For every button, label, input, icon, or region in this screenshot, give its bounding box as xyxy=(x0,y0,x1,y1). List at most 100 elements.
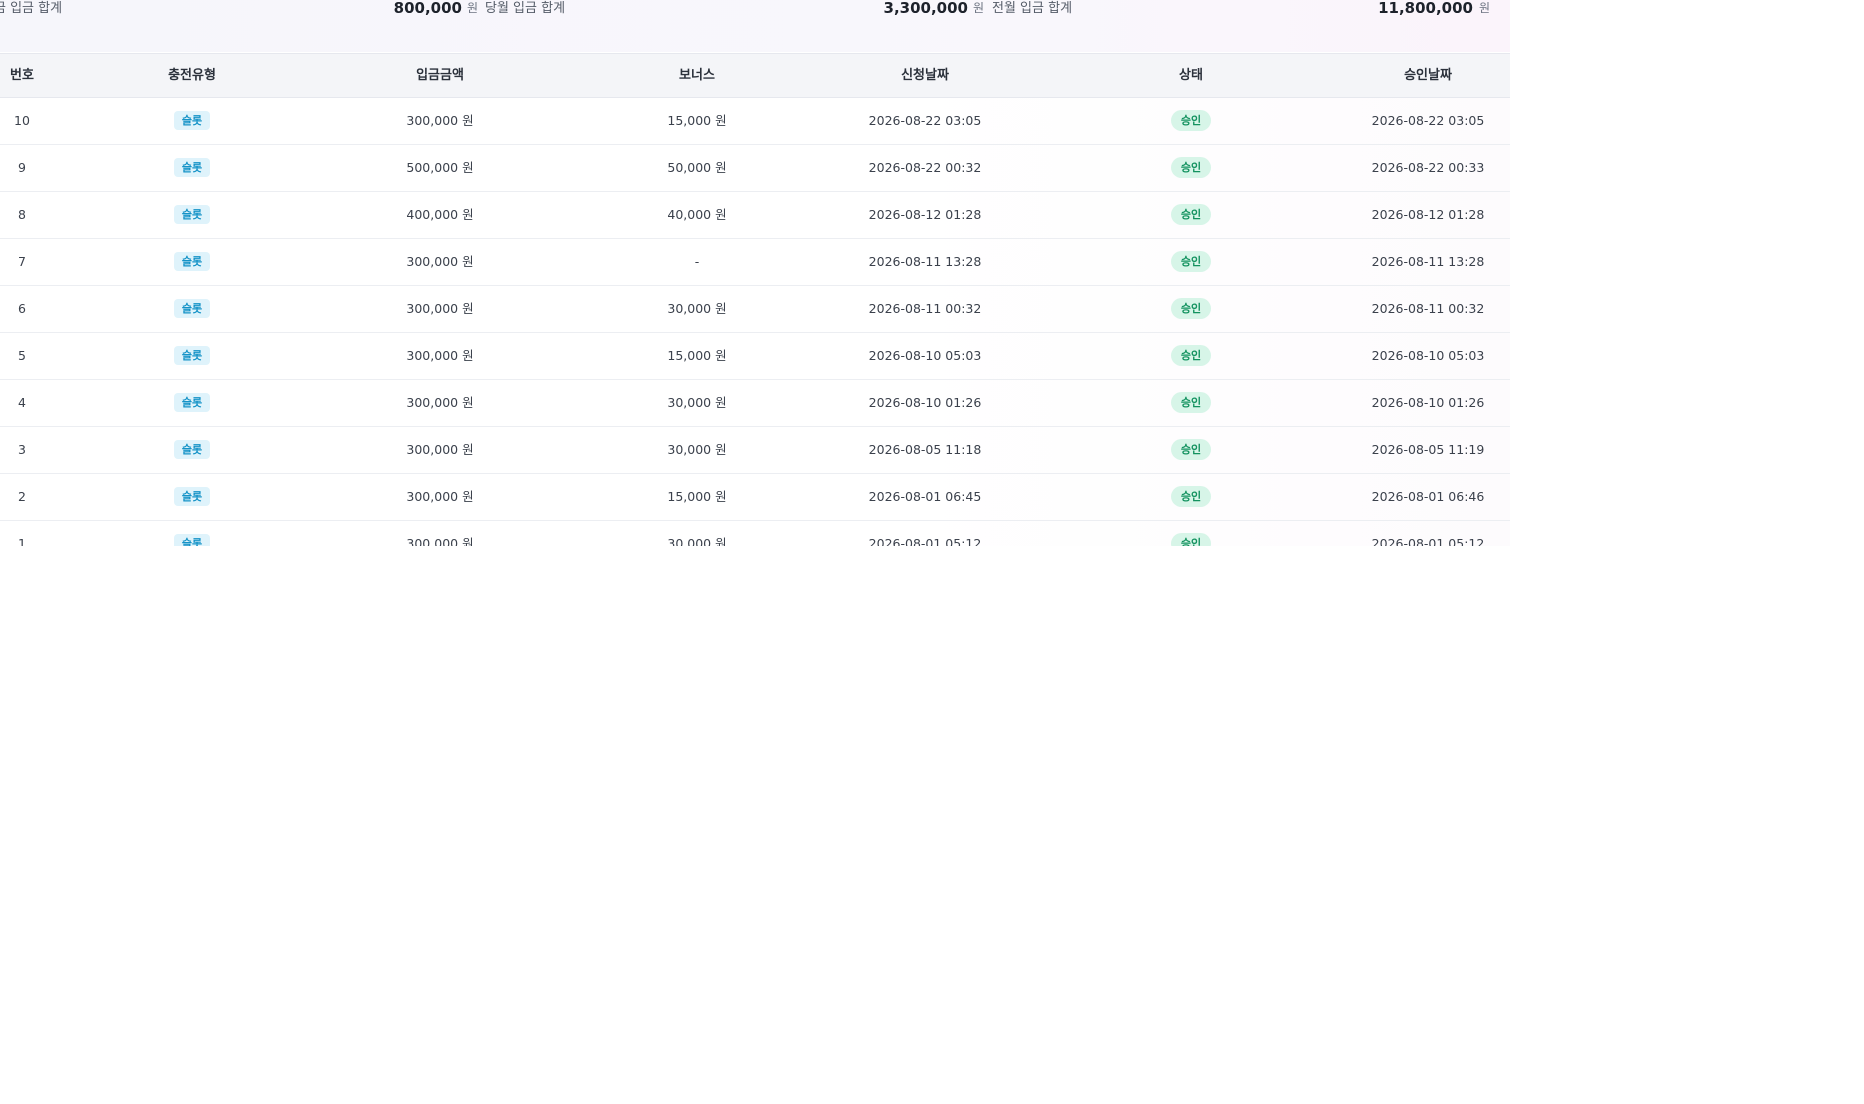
header-bonus: 보너스 xyxy=(679,68,715,83)
summary-unit-this-month: 원 xyxy=(973,1,985,15)
row-status: 승인 xyxy=(1129,286,1253,332)
row-request-date: 2026-08-22 03:05 xyxy=(868,113,982,128)
table-row: 9 슬롯 500,000 원 50,000 원 2026-08-22 00:32… xyxy=(0,145,1510,192)
row-number: 9 xyxy=(18,160,26,175)
status-badge: 승인 xyxy=(1170,204,1212,225)
row-deposit-amount: 300,000 원 xyxy=(406,489,474,504)
charge-type-badge: 슬롯 xyxy=(173,487,211,506)
row-status: 승인 xyxy=(1129,239,1253,285)
row-bonus: 50,000 원 xyxy=(667,160,727,175)
row-request-date: 2026-08-22 00:32 xyxy=(868,160,982,175)
row-approval-date: 2026-08-22 00:33 xyxy=(1371,160,1485,175)
row-deposit-amount: 300,000 원 xyxy=(406,442,474,457)
row-deposit-amount: 300,000 원 xyxy=(406,254,474,269)
row-deposit-amount: 500,000 원 xyxy=(406,160,474,175)
row-number: 7 xyxy=(18,254,26,269)
row-charge-type: 슬롯 xyxy=(122,192,262,238)
row-bonus: 30,000 원 xyxy=(667,395,727,410)
summary-label-this-month: 당월 입금 합계 xyxy=(485,1,566,16)
table-row: 10 슬롯 300,000 원 15,000 원 2026-08-22 03:0… xyxy=(0,98,1510,145)
summary-label-last-month: 전월 입금 합계 xyxy=(992,1,1073,16)
charge-type-badge: 슬롯 xyxy=(173,346,211,365)
table-row: 8 슬롯 400,000 원 40,000 원 2026-08-12 01:28… xyxy=(0,192,1510,239)
row-approval-date: 2026-08-01 05:12 xyxy=(1371,536,1485,546)
deposit-summary-bar: 금 입금 합계 800,000 원 당월 입금 합계 3,300,000 원 전… xyxy=(0,0,1510,52)
table-row: 6 슬롯 300,000 원 30,000 원 2026-08-11 00:32… xyxy=(0,286,1510,333)
row-approval-date: 2026-08-11 00:32 xyxy=(1371,301,1485,316)
row-charge-type: 슬롯 xyxy=(122,474,262,520)
header-request-date: 신청날짜 xyxy=(901,68,949,83)
row-status: 승인 xyxy=(1129,427,1253,473)
summary-value-this-month: 3,300,000 xyxy=(883,0,968,17)
row-request-date: 2026-08-11 13:28 xyxy=(868,254,982,269)
header-deposit-amount: 입금금액 xyxy=(416,68,464,83)
row-status: 승인 xyxy=(1129,474,1253,520)
row-charge-type: 슬롯 xyxy=(122,333,262,379)
row-status: 승인 xyxy=(1129,145,1253,191)
row-deposit-amount: 300,000 원 xyxy=(406,395,474,410)
status-badge: 승인 xyxy=(1170,439,1212,460)
row-request-date: 2026-08-01 06:45 xyxy=(868,489,982,504)
summary-unit-total: 원 xyxy=(467,1,479,15)
row-bonus: - xyxy=(694,254,700,269)
table-row: 1 슬롯 300,000 원 30,000 원 2026-08-01 05:12… xyxy=(0,521,1510,546)
row-request-date: 2026-08-11 00:32 xyxy=(868,301,982,316)
row-status: 승인 xyxy=(1129,333,1253,379)
charge-type-badge: 슬롯 xyxy=(173,158,211,177)
status-badge: 승인 xyxy=(1170,298,1212,319)
status-badge: 승인 xyxy=(1170,110,1212,131)
table-row: 4 슬롯 300,000 원 30,000 원 2026-08-10 01:26… xyxy=(0,380,1510,427)
row-charge-type: 슬롯 xyxy=(122,239,262,285)
row-bonus: 15,000 원 xyxy=(667,113,727,128)
row-request-date: 2026-08-12 01:28 xyxy=(868,207,982,222)
row-number: 10 xyxy=(14,113,30,128)
row-bonus: 15,000 원 xyxy=(667,489,727,504)
table-header-row: 번호 충전유형 입금금액 보너스 신청날짜 상태 승인날짜 xyxy=(0,53,1510,98)
charge-type-badge: 슬롯 xyxy=(173,252,211,271)
status-badge: 승인 xyxy=(1170,251,1212,272)
row-deposit-amount: 300,000 원 xyxy=(406,348,474,363)
status-badge: 승인 xyxy=(1170,345,1212,366)
header-status: 상태 xyxy=(1179,68,1203,83)
charge-type-badge: 슬롯 xyxy=(173,393,211,412)
header-approval-date: 승인날짜 xyxy=(1404,68,1452,83)
header-charge-type: 충전유형 xyxy=(168,68,216,83)
summary-value-last-month: 11,800,000 xyxy=(1378,0,1473,17)
table-row: 7 슬롯 300,000 원 - 2026-08-11 13:28 승인 202… xyxy=(0,239,1510,286)
row-status: 승인 xyxy=(1129,98,1253,144)
summary-label-total: 금 입금 합계 xyxy=(0,1,63,16)
row-deposit-amount: 400,000 원 xyxy=(406,207,474,222)
status-badge: 승인 xyxy=(1170,533,1212,546)
row-approval-date: 2026-08-05 11:19 xyxy=(1371,442,1485,457)
row-bonus: 15,000 원 xyxy=(667,348,727,363)
row-approval-date: 2026-08-10 05:03 xyxy=(1371,348,1485,363)
table-row: 3 슬롯 300,000 원 30,000 원 2026-08-05 11:18… xyxy=(0,427,1510,474)
header-number: 번호 xyxy=(10,68,34,83)
row-charge-type: 슬롯 xyxy=(122,98,262,144)
row-number: 6 xyxy=(18,301,26,316)
row-deposit-amount: 300,000 원 xyxy=(406,301,474,316)
row-charge-type: 슬롯 xyxy=(122,286,262,332)
row-number: 2 xyxy=(18,489,26,504)
deposit-history-table: 번호 충전유형 입금금액 보너스 신청날짜 상태 승인날짜 10 슬롯 300,… xyxy=(0,53,1510,546)
row-deposit-amount: 300,000 원 xyxy=(406,113,474,128)
charge-type-badge: 슬롯 xyxy=(173,111,211,130)
row-charge-type: 슬롯 xyxy=(122,521,262,546)
row-number: 8 xyxy=(18,207,26,222)
charge-type-badge: 슬롯 xyxy=(173,299,211,318)
row-approval-date: 2026-08-11 13:28 xyxy=(1371,254,1485,269)
row-status: 승인 xyxy=(1129,380,1253,426)
row-charge-type: 슬롯 xyxy=(122,427,262,473)
charge-type-badge: 슬롯 xyxy=(173,440,211,459)
row-deposit-amount: 300,000 원 xyxy=(406,536,474,546)
row-approval-date: 2026-08-10 01:26 xyxy=(1371,395,1485,410)
row-request-date: 2026-08-05 11:18 xyxy=(868,442,982,457)
charge-type-badge: 슬롯 xyxy=(173,205,211,224)
row-bonus: 40,000 원 xyxy=(667,207,727,222)
row-number: 4 xyxy=(18,395,26,410)
status-badge: 승인 xyxy=(1170,486,1212,507)
summary-value-total: 800,000 xyxy=(393,0,462,17)
row-number: 1 xyxy=(18,536,26,546)
status-badge: 승인 xyxy=(1170,392,1212,413)
row-number: 3 xyxy=(18,442,26,457)
